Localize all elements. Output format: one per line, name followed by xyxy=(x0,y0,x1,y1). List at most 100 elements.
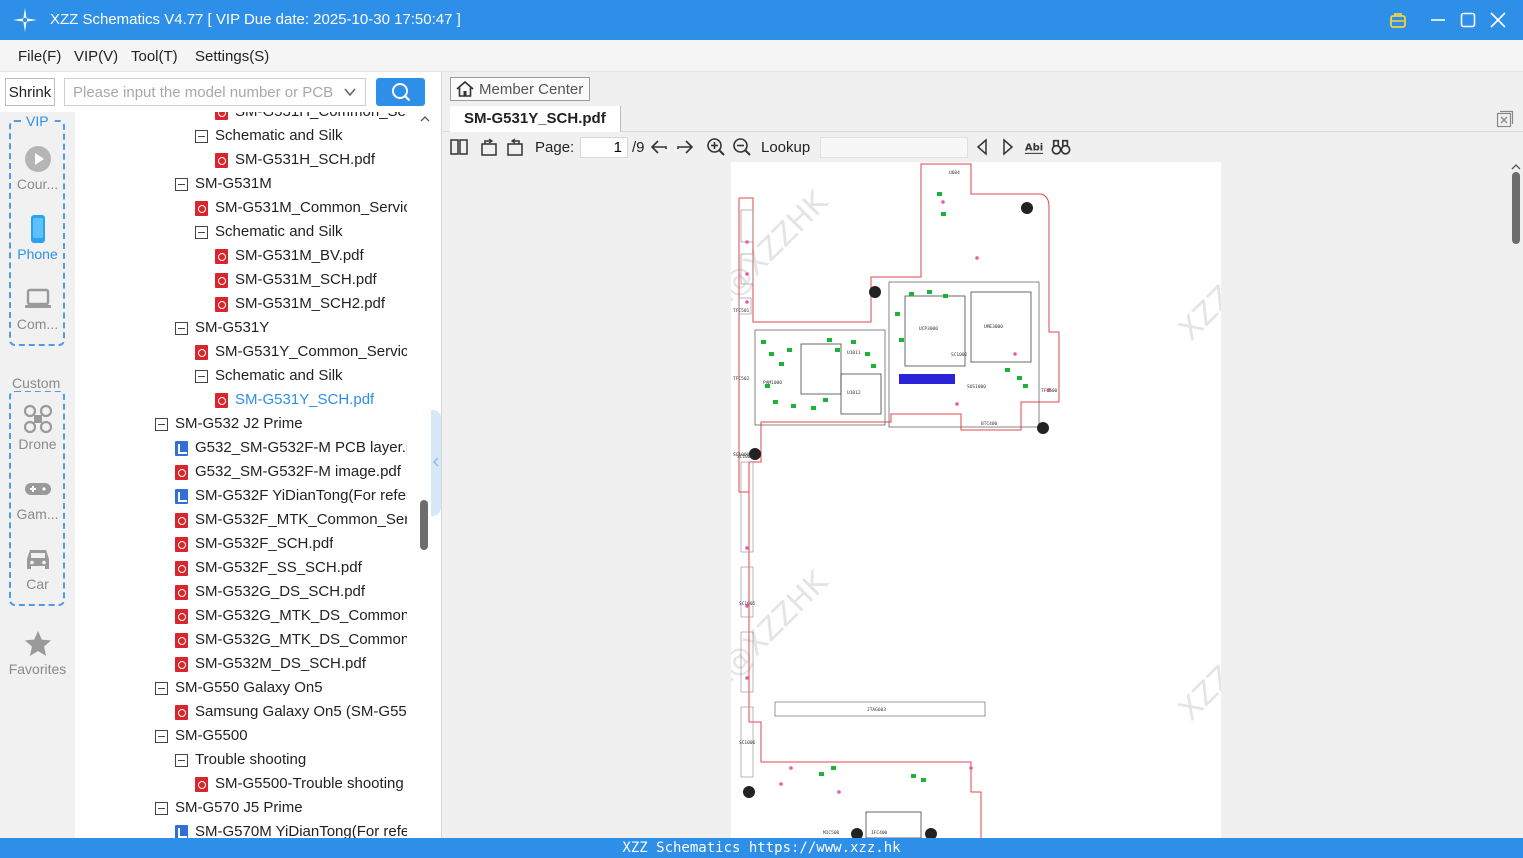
tree-folder[interactable]: Trouble shooting xyxy=(175,748,407,772)
collapse-icon[interactable] xyxy=(195,129,208,143)
chevron-down-icon[interactable] xyxy=(343,85,357,99)
tree-folder[interactable]: SM-G532 J2 Prime xyxy=(155,412,407,436)
tree-file[interactable]: SM-G532F_SS_SCH.pdf xyxy=(175,556,407,580)
page-number-input[interactable] xyxy=(580,137,628,158)
tree-file[interactable]: G532_SM-G532F-M image.pdf xyxy=(175,460,407,484)
collapse-icon[interactable] xyxy=(175,321,188,335)
test-pad xyxy=(955,402,959,406)
vip-bag-icon[interactable] xyxy=(1386,8,1410,32)
match-case-icon[interactable]: Abi xyxy=(1024,137,1044,157)
collapse-icon[interactable] xyxy=(155,681,168,695)
collapse-icon[interactable] xyxy=(155,729,168,743)
shrink-button[interactable]: Shrink xyxy=(5,78,55,106)
board-label: TFC502 xyxy=(733,376,750,382)
collapse-icon[interactable] xyxy=(155,417,168,431)
tree-file[interactable]: SM-G570M YiDianTong(For refe xyxy=(175,820,407,838)
find-next-icon[interactable] xyxy=(998,137,1018,157)
pdf-file-icon xyxy=(195,344,208,360)
tree-scrollbar[interactable] xyxy=(418,112,432,838)
tree-file[interactable]: SM-G532F_MTK_Common_Servi xyxy=(175,508,407,532)
find-previous-icon[interactable] xyxy=(972,137,992,157)
category-computer[interactable]: Com... xyxy=(0,284,75,332)
tree-folder[interactable]: SM-G5500 xyxy=(155,724,407,748)
menu-file[interactable]: File(F) xyxy=(18,48,61,65)
zoom-in-icon[interactable] xyxy=(706,137,726,157)
tree-file[interactable]: Samsung Galaxy On5 (SM-G550 xyxy=(175,700,407,724)
previous-page-icon[interactable] xyxy=(649,137,669,157)
member-center-button[interactable]: Member Center xyxy=(450,77,591,101)
scroll-up-icon[interactable] xyxy=(419,114,431,124)
tree-folder[interactable]: SM-G531M xyxy=(175,172,407,196)
close-document-icon[interactable] xyxy=(1496,110,1514,128)
tree-file[interactable]: SM-G532G_DS_SCH.pdf xyxy=(175,580,407,604)
category-phone[interactable]: Phone xyxy=(0,214,75,262)
tree-folder[interactable]: Schematic and Silk xyxy=(195,364,407,388)
rotate-left-icon[interactable] xyxy=(479,137,499,157)
pdf-file-icon xyxy=(215,296,228,312)
tree-folder[interactable]: SM-G550 Galaxy On5 xyxy=(155,676,407,700)
menu-tool[interactable]: Tool(T) xyxy=(131,48,178,65)
tree-file[interactable]: SM-G531H_SCH.pdf xyxy=(215,148,407,172)
tree-folder[interactable]: Schematic and Silk xyxy=(195,220,407,244)
zoom-out-icon[interactable] xyxy=(732,137,752,157)
search-icon xyxy=(391,83,410,102)
collapse-icon[interactable] xyxy=(155,801,168,815)
collapse-icon[interactable] xyxy=(195,225,208,239)
tree-item-label: SM-G570M YiDianTong(For refe xyxy=(195,823,407,838)
board-label: JTAG603 xyxy=(867,707,886,713)
tree-folder[interactable]: Schematic and Silk xyxy=(195,124,407,148)
dual-page-icon[interactable] xyxy=(449,137,469,157)
tree-file[interactable]: SM-G531M_SCH.pdf xyxy=(215,268,407,292)
passive-component xyxy=(779,362,784,366)
tab-document[interactable]: SM-G531Y_SCH.pdf xyxy=(450,106,621,132)
lookup-input[interactable] xyxy=(820,137,968,158)
maximize-button[interactable] xyxy=(1456,8,1480,32)
viewer-scrollbar[interactable] xyxy=(1509,162,1523,838)
category-game[interactable]: Gam... xyxy=(0,474,75,522)
tree-file[interactable]: SM-G531H_Common_Service xyxy=(215,112,407,124)
tree-file[interactable]: SM-G5500-Trouble shooting xyxy=(195,772,407,796)
tree-file[interactable]: SM-G532F YiDianTong(For refer xyxy=(175,484,407,508)
pdf-page[interactable]: XZZ@XZZHK XZZ@XZZHK XZZ@XZZHK XZZ@XZZHK U604… xyxy=(672,162,1336,838)
viewer-scrollbar-thumb[interactable] xyxy=(1512,172,1520,244)
next-page-icon[interactable] xyxy=(675,137,695,157)
passive-component xyxy=(835,348,840,352)
category-courses[interactable]: Cour... xyxy=(0,144,75,192)
tree-file[interactable]: SM-G531Y_SCH.pdf xyxy=(215,388,407,412)
tree-file[interactable]: SM-G531M_BV.pdf xyxy=(215,244,407,268)
rotate-right-icon[interactable] xyxy=(505,137,525,157)
tree-file[interactable]: SM-G532G_MTK_DS_Common_S xyxy=(175,604,407,628)
minimize-button[interactable] xyxy=(1426,8,1450,32)
panel-collapse-handle[interactable] xyxy=(431,410,441,516)
category-favorites[interactable]: Favorites xyxy=(0,629,75,677)
chevron-left-icon xyxy=(433,457,439,467)
tree-file[interactable]: SM-G531M_SCH2.pdf xyxy=(215,292,407,316)
scroll-up-icon[interactable] xyxy=(1510,162,1522,172)
find-all-icon[interactable] xyxy=(1051,137,1071,157)
collapse-icon[interactable] xyxy=(175,753,188,767)
category-label: Favorites xyxy=(8,661,67,677)
category-car[interactable]: Car xyxy=(0,544,75,592)
test-pad xyxy=(745,676,749,680)
tree-file[interactable]: SM-G531Y_Common_Service xyxy=(195,340,407,364)
tree-folder[interactable]: SM-G531Y xyxy=(175,316,407,340)
tree-file[interactable]: SM-G532G_MTK_DS_Common_S xyxy=(175,628,407,652)
tree-scrollbar-thumb[interactable] xyxy=(420,500,428,550)
tree-folder[interactable]: SM-G570 J5 Prime xyxy=(155,796,407,820)
tree-file[interactable]: SM-G532M_DS_SCH.pdf xyxy=(175,652,407,676)
close-button[interactable] xyxy=(1486,8,1510,32)
tree-file[interactable]: SM-G531M_Common_Servic xyxy=(195,196,407,220)
search-button[interactable] xyxy=(376,78,425,106)
tree-file[interactable]: G532_SM-G532F-M PCB layer.pc xyxy=(175,436,407,460)
tree-file[interactable]: SM-G532F_SCH.pdf xyxy=(175,532,407,556)
collapse-icon[interactable] xyxy=(195,369,208,383)
model-search-input[interactable] xyxy=(65,79,333,105)
menu-settings[interactable]: Settings(S) xyxy=(195,48,269,65)
category-drone[interactable]: Drone xyxy=(0,404,75,452)
test-pad xyxy=(745,240,749,244)
passive-component xyxy=(943,294,948,298)
collapse-icon[interactable] xyxy=(175,177,188,191)
menu-vip[interactable]: VIP(V) xyxy=(74,48,118,65)
pdf-file-icon xyxy=(215,392,228,408)
document-viewer[interactable]: XZZ@XZZHK XZZ@XZZHK XZZ@XZZHK XZZ@XZZHK U604… xyxy=(442,162,1523,838)
